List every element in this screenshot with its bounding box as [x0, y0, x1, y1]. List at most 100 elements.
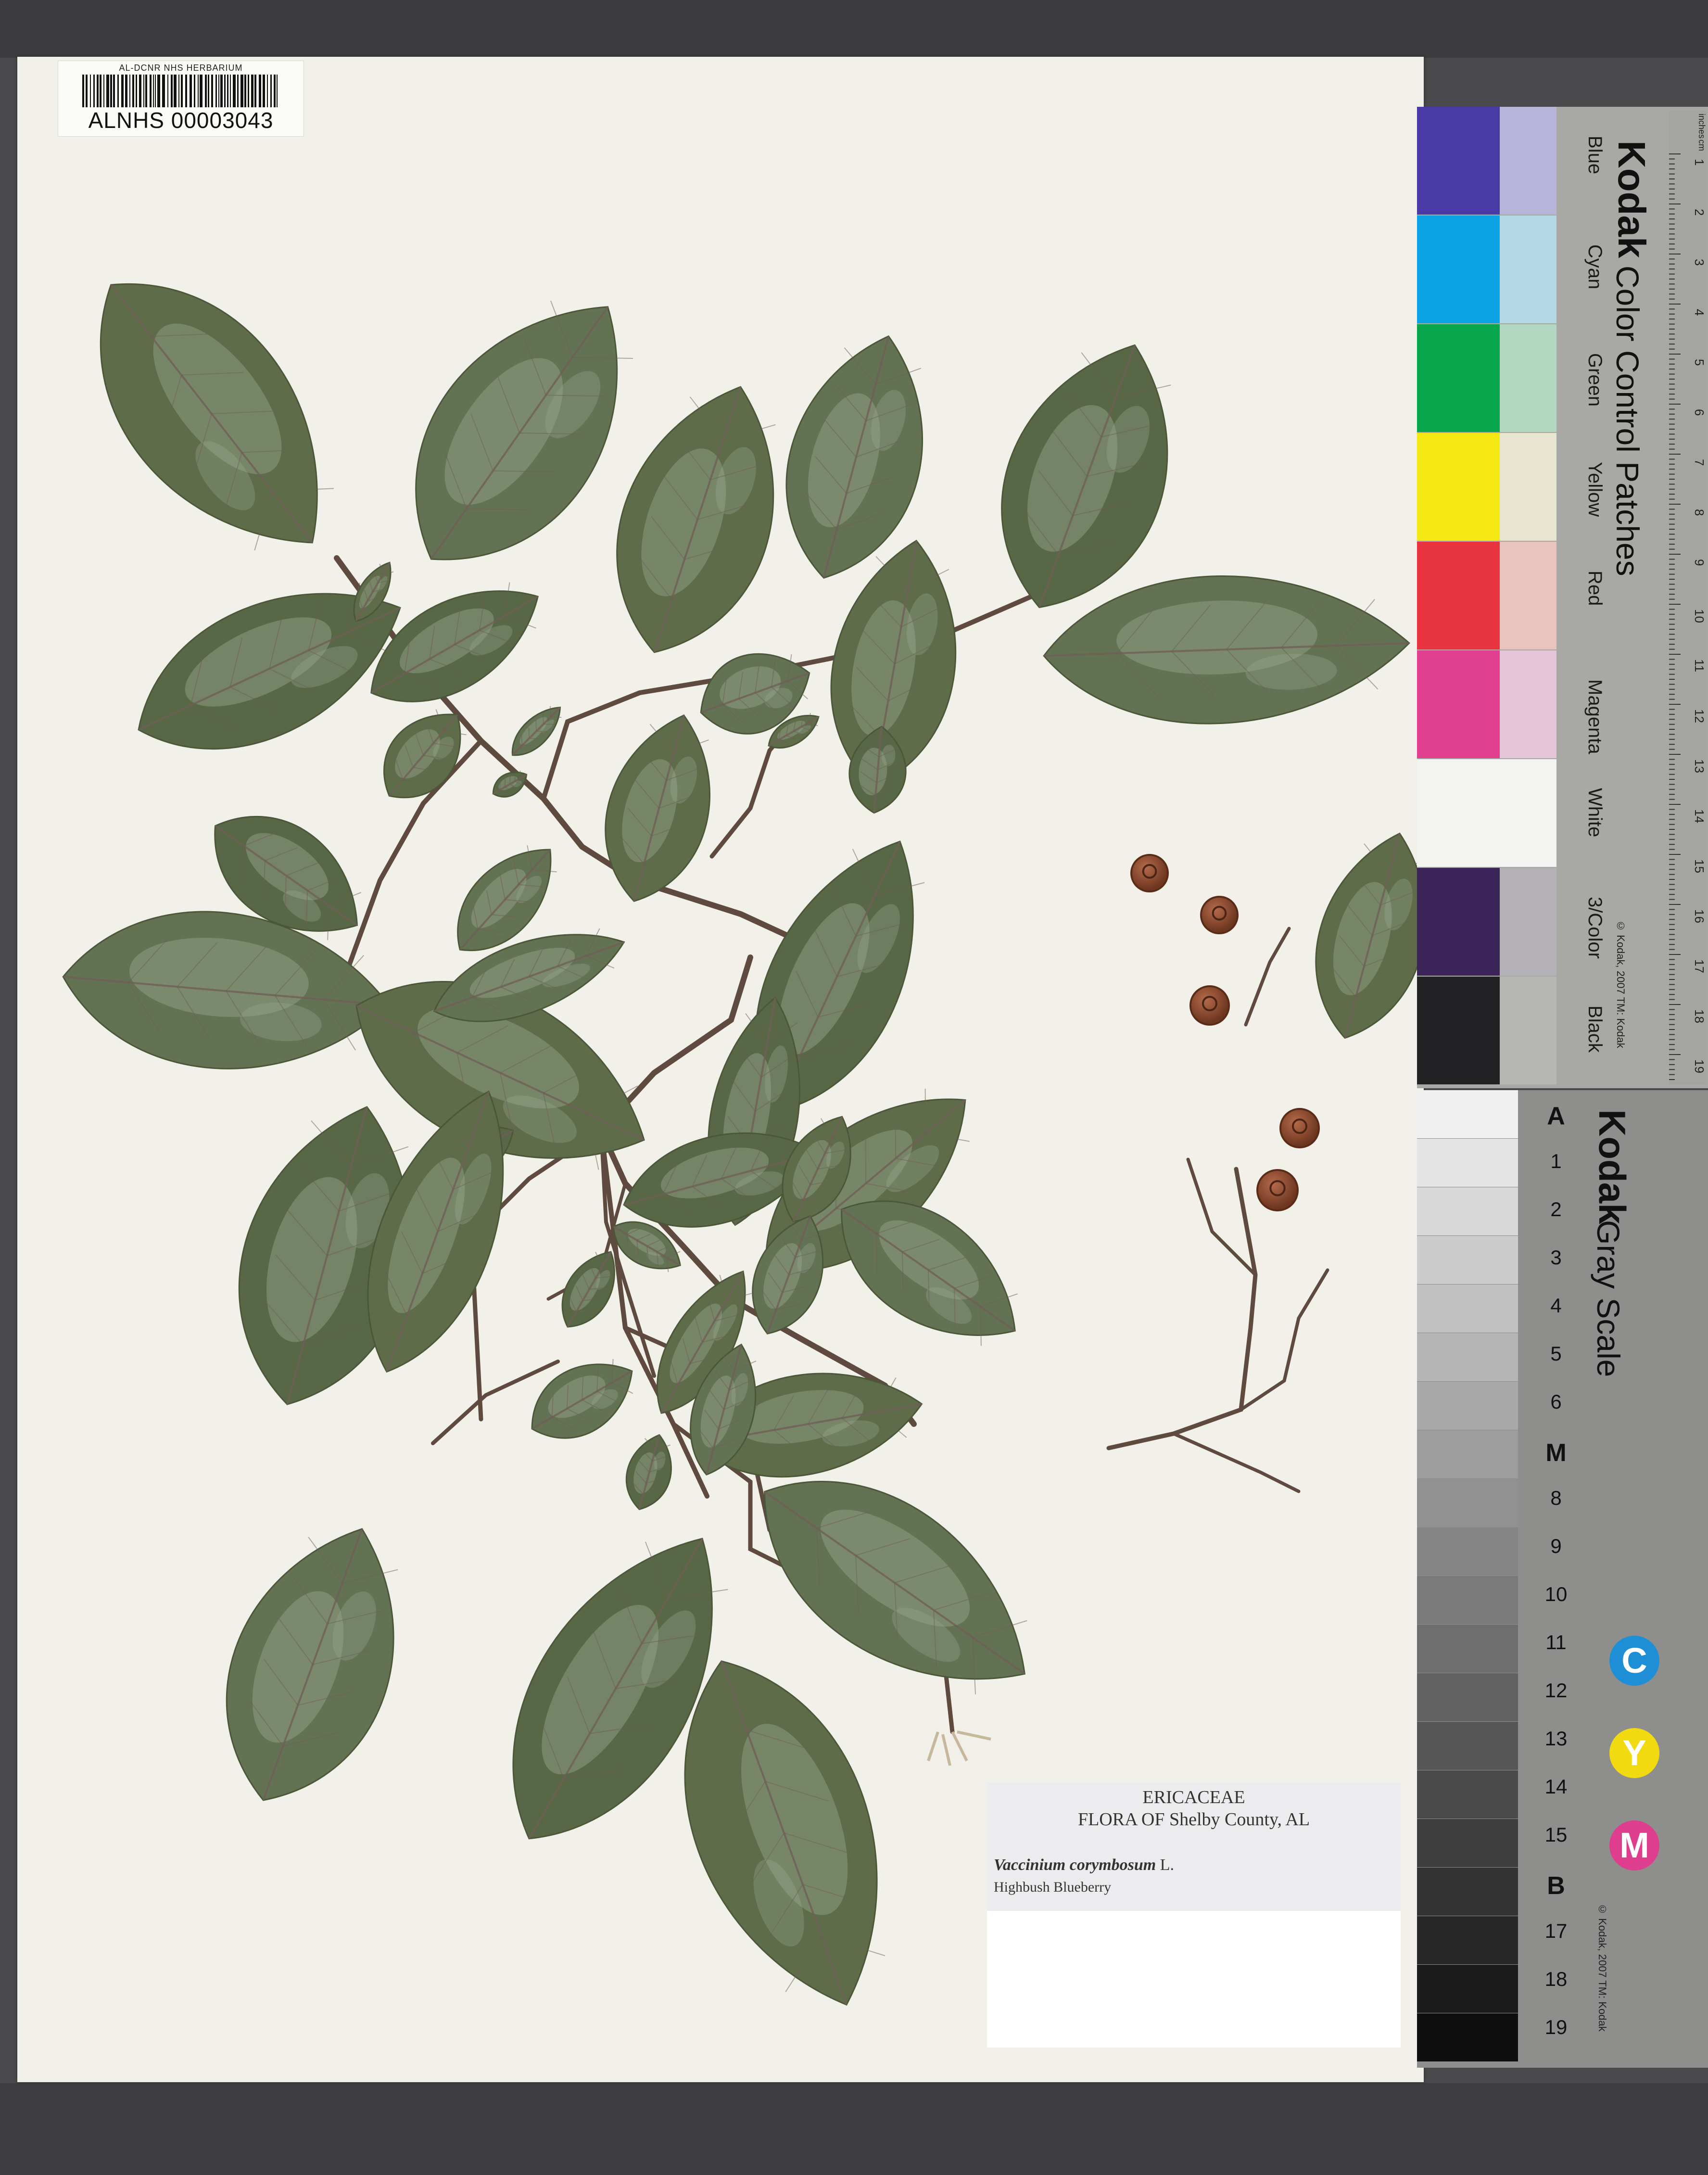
color-patch-white — [1417, 759, 1500, 867]
barcode-bar — [113, 75, 115, 107]
herbarium-name: AL-DCNR NHS HERBARIUM — [119, 63, 243, 73]
barcode-bar — [233, 75, 236, 107]
barcode-bar — [155, 75, 156, 107]
gray-patch — [1417, 1090, 1518, 1138]
gray-step-label: M — [1545, 1439, 1567, 1467]
barcode-bar — [190, 75, 192, 107]
gray-title-text: Gray Scale — [1591, 1220, 1626, 1377]
gray-card-copyright: © Kodak, 2007 TM: Kodak — [1596, 1903, 1608, 2032]
scientific-name: Vaccinium corymbosum L. — [994, 1856, 1407, 1874]
gray-patch — [1417, 2013, 1518, 2061]
barcode-bar — [150, 75, 152, 107]
leaf — [1043, 575, 1410, 725]
blank-label-area — [987, 1911, 1401, 2048]
color-patch-light — [1500, 868, 1556, 976]
barcode-bar — [185, 75, 187, 107]
color-patch-label: 3/Color — [1584, 897, 1606, 959]
gray-patch — [1417, 1625, 1518, 1673]
gray-step-label: 9 — [1550, 1535, 1562, 1557]
gray-patch — [1417, 1916, 1518, 1964]
barcode-label: AL-DCNR NHS HERBARIUM ALNHS 00003043 — [58, 61, 304, 137]
brand-text: Kodak — [1610, 140, 1653, 258]
gray-step-label: 14 — [1544, 1775, 1568, 1798]
barcode-bar — [174, 75, 177, 107]
gray-step-label: 4 — [1550, 1294, 1562, 1317]
barcode-bar — [215, 75, 217, 107]
gray-patch — [1417, 1236, 1518, 1284]
berry — [1256, 1169, 1299, 1211]
gray-patch — [1417, 1965, 1518, 2013]
inch-cm-ruler: inches cm 1 2 3 4 5 6 7 8 9 10 11 12 13 14 15 16 17 18 19 — [1669, 111, 1707, 1084]
gray-step-label: B — [1547, 1872, 1565, 1900]
color-patch-light — [1500, 324, 1556, 432]
cym-marker-y: Y — [1609, 1728, 1659, 1778]
color-patch-label: Black — [1584, 1005, 1606, 1053]
barcode-bar — [220, 75, 223, 107]
stem — [1172, 1432, 1301, 1493]
color-patch-red — [1417, 542, 1500, 649]
leaf — [605, 714, 710, 902]
barcode-icon — [82, 75, 278, 107]
barcode-bar — [205, 75, 207, 107]
gray-patch — [1417, 1479, 1518, 1527]
barcode-bar — [224, 75, 226, 107]
gray-patch — [1417, 1722, 1518, 1770]
barcode-bar — [129, 75, 130, 107]
color-patch-label: Red — [1584, 571, 1606, 606]
cym-marker-c: C — [1609, 1636, 1659, 1686]
barcode-bar — [244, 75, 246, 107]
gray-step-label: 19 — [1544, 2016, 1568, 2038]
barcode-bar — [218, 75, 219, 107]
color-patch-label: White — [1584, 788, 1606, 838]
determination-label: ERICACEAE FLORA OF Shelby County, AL Vac… — [987, 1783, 1401, 1911]
gray-step-label: 13 — [1544, 1727, 1568, 1750]
cym-marker-m: M — [1609, 1820, 1659, 1870]
barcode-bar — [86, 75, 88, 107]
barcode-bar — [139, 75, 141, 107]
color-patch-blue — [1417, 107, 1500, 215]
gray-step-label: 18 — [1544, 1968, 1568, 1990]
color-patch-light — [1500, 542, 1556, 649]
gray-patch — [1417, 1285, 1518, 1333]
barcode-bar — [259, 75, 261, 107]
barcode-bar — [106, 75, 109, 107]
barcode-bar — [230, 75, 231, 107]
accession-number: ALNHS 00003043 — [88, 108, 274, 133]
barcode-bar — [125, 75, 127, 107]
gray-patch — [1417, 1139, 1518, 1187]
barcode-bar — [200, 75, 202, 107]
stem — [1244, 927, 1291, 1027]
barcode-bar — [171, 75, 173, 107]
gray-step-label: 10 — [1544, 1583, 1568, 1605]
leaf — [226, 1528, 398, 1801]
common-name: Highbush Blueberry — [994, 1879, 1112, 1895]
barcode-bar — [121, 75, 124, 107]
barcode-bar — [167, 75, 168, 107]
gray-step-label: 15 — [1544, 1823, 1568, 1846]
barcode-bar — [132, 75, 134, 107]
color-card-title: Color Control Patches — [1609, 266, 1646, 576]
barcode-bar — [143, 75, 144, 107]
gray-step-label: A — [1547, 1102, 1565, 1130]
color-patch-3-color — [1417, 868, 1500, 976]
gray-step-label: 8 — [1550, 1487, 1562, 1509]
flora-locality: FLORA OF Shelby County, AL — [1077, 1809, 1310, 1830]
color-patch-yellow — [1417, 433, 1500, 541]
gray-brand-text: Kodak — [1591, 1109, 1633, 1224]
gray-step-label: 1 — [1550, 1150, 1562, 1172]
barcode-bar — [100, 75, 101, 107]
family-name: ERICACEAE — [1142, 1787, 1245, 1807]
barcode-bar — [211, 75, 213, 107]
gray-patch — [1417, 1770, 1518, 1819]
barcode-bar — [178, 75, 179, 107]
barcode-bar — [117, 75, 119, 107]
color-control-card: Blue Cyan Green Yellow Red Magenta White 3/Colo… — [1417, 107, 1708, 1088]
gray-step-label: 12 — [1544, 1679, 1568, 1702]
color-patch-label: Magenta — [1584, 679, 1606, 754]
barcode-bar — [90, 75, 91, 107]
color-patch-magenta — [1417, 650, 1500, 758]
barcode-bar — [267, 75, 268, 107]
color-card-brand: Kodak — [1609, 140, 1654, 258]
gray-step-label: 11 — [1545, 1631, 1567, 1654]
leaf — [100, 283, 334, 551]
